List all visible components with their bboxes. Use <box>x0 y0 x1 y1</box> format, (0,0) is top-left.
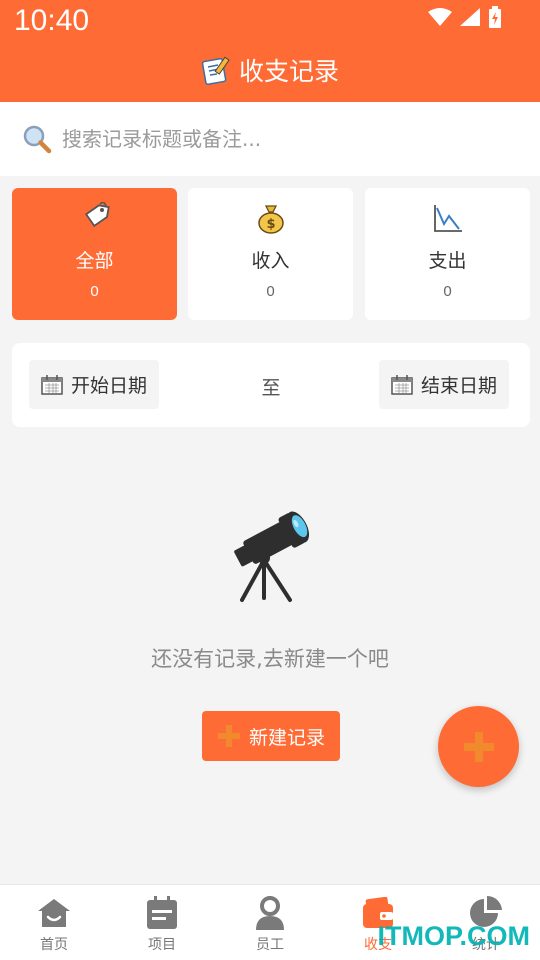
nav-item-projects[interactable]: 项目 <box>108 885 216 960</box>
status-icons <box>428 6 502 28</box>
notebook-pen-icon <box>201 56 230 85</box>
watermark: ITMOP.COM <box>377 921 530 951</box>
person-icon <box>254 895 286 931</box>
home-icon <box>37 895 71 931</box>
plus-icon <box>217 725 240 747</box>
telescope-icon <box>234 511 310 602</box>
nav-item-home[interactable]: 首页 <box>0 885 108 960</box>
filter-count: 0 <box>90 283 99 300</box>
nav-item-staff[interactable]: 员工 <box>216 885 324 960</box>
filter-card-expense[interactable]: 支出 0 <box>365 188 530 320</box>
end-date-button[interactable]: 结束日期 <box>379 360 510 409</box>
filter-label: 收入 <box>251 250 290 272</box>
new-record-label: 新建记录 <box>248 726 325 749</box>
add-record-fab[interactable] <box>438 706 519 787</box>
search-icon <box>23 125 52 154</box>
new-record-button[interactable]: 新建记录 <box>202 711 340 761</box>
search-input[interactable] <box>62 127 482 151</box>
filter-label: 支出 <box>428 250 467 272</box>
search-bar <box>0 102 540 176</box>
app-header: 10:40 收支记录 <box>0 0 540 102</box>
nav-label: 首页 <box>40 937 68 953</box>
plus-icon <box>463 731 494 762</box>
signal-icon <box>460 8 480 26</box>
title-bar: 收支记录 <box>0 52 540 88</box>
filter-count: 0 <box>266 283 275 300</box>
filter-card-all[interactable]: 全部 0 <box>12 188 177 320</box>
end-date-label: 结束日期 <box>421 375 498 397</box>
tag-icon <box>80 201 110 234</box>
svg-text:$: $ <box>266 217 275 232</box>
status-time: 10:40 <box>14 4 90 37</box>
clipboard-icon <box>146 895 178 931</box>
date-range-panel: 开始日期 至 结束日期 <box>12 343 530 427</box>
wifi-icon <box>428 8 452 26</box>
empty-state-message: 还没有记录,去新建一个吧 <box>151 647 389 671</box>
filter-card-income[interactable]: $ 收入 0 <box>188 188 353 320</box>
trend-down-icon <box>432 202 464 234</box>
nav-label: 员工 <box>256 937 284 953</box>
page-title: 收支记录 <box>238 57 339 86</box>
battery-icon <box>489 6 501 28</box>
money-bag-icon: $ <box>256 202 286 234</box>
filter-label: 全部 <box>75 250 114 272</box>
nav-label: 项目 <box>148 937 176 953</box>
filter-count: 0 <box>443 283 452 300</box>
calendar-icon <box>391 374 413 395</box>
